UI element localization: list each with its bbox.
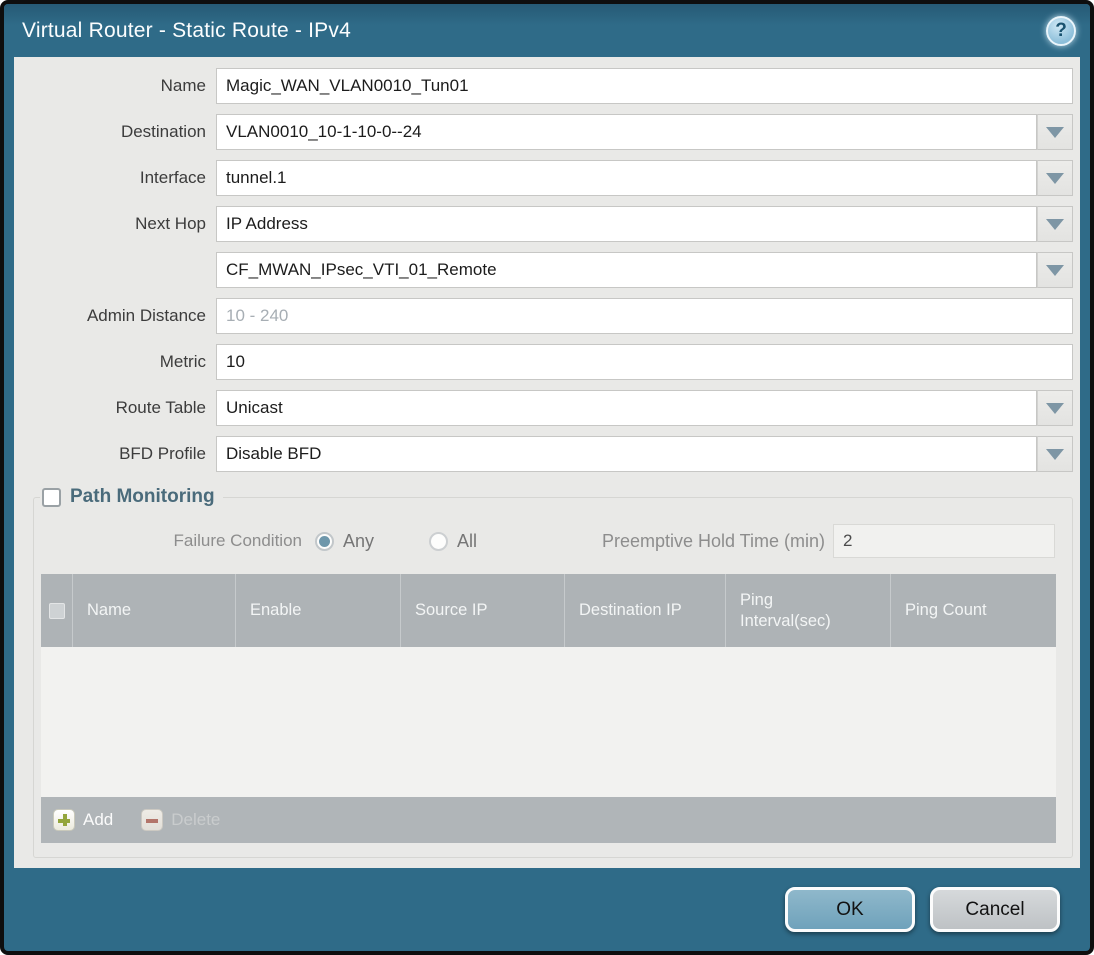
interface-dropdown-button[interactable] [1037,160,1073,196]
next-hop-type-dropdown-button[interactable] [1037,206,1073,242]
bfd-profile-dropdown-button[interactable] [1037,436,1073,472]
form-row-route-table: Route Table [14,390,1080,426]
path-monitoring-legend: Path Monitoring [40,486,223,508]
chevron-down-icon [1046,264,1064,276]
metric-input[interactable] [216,344,1073,380]
preemptive-hold-time-label: Preemptive Hold Time (min) [601,530,825,551]
form-row-admin-distance: Admin Distance [14,298,1080,334]
next-hop-address-dropdown-button[interactable] [1037,252,1073,288]
destination-input[interactable] [216,114,1037,150]
table-select-all-cell [41,574,73,647]
next-hop-address-input[interactable] [216,252,1037,288]
ok-button[interactable]: OK [785,887,915,932]
failure-condition-any-label: Any [343,530,375,551]
next-hop-type-input[interactable] [216,206,1037,242]
route-table-label: Route Table [115,398,206,417]
column-header-source-ip[interactable]: Source IP [401,574,565,647]
form-row-interface: Interface [14,160,1080,196]
help-icon[interactable]: ? [1046,15,1076,46]
select-all-checkbox[interactable] [48,602,65,619]
failure-condition-row: Failure Condition Any All Preemptive Hol… [34,524,1055,558]
bfd-profile-label: BFD Profile [119,444,206,463]
dialog-content: Name Destination Interface [14,57,1080,868]
chevron-down-icon [1046,218,1064,230]
interface-input[interactable] [216,160,1037,196]
table-header: Name Enable Source IP Destination IP Pin… [41,574,1056,647]
next-hop-label: Next Hop [135,214,206,233]
column-header-name[interactable]: Name [73,574,236,647]
path-monitoring-checkbox[interactable] [42,487,61,507]
delete-button-label: Delete [171,810,221,829]
failure-condition-all-radio[interactable] [429,531,449,551]
static-route-dialog: Virtual Router - Static Route - IPv4 ? N… [0,0,1094,955]
failure-condition-any-radio[interactable] [315,531,334,551]
form-row-destination: Destination [14,114,1080,150]
name-label: Name [160,76,206,95]
form-row-bfd-profile: BFD Profile [14,436,1080,472]
chevron-down-icon [1046,402,1064,414]
column-header-destination-ip[interactable]: Destination IP [565,574,726,647]
delete-button[interactable]: Delete [141,809,220,831]
route-table-input[interactable] [216,390,1037,426]
add-button[interactable]: Add [53,809,113,831]
column-header-enable[interactable]: Enable [236,574,401,647]
dialog-titlebar: Virtual Router - Static Route - IPv4 ? [4,4,1090,57]
chevron-down-icon [1046,126,1064,138]
admin-distance-label: Admin Distance [86,306,206,325]
dialog-footer: OK Cancel [4,868,1090,951]
form-row-next-hop: Next Hop [14,206,1080,242]
form-row-name: Name [14,68,1080,104]
failure-condition-all-label: All [457,530,478,551]
preemptive-hold-time-input[interactable] [833,524,1055,558]
plus-icon [53,809,75,831]
minus-icon [141,809,164,831]
destination-dropdown-button[interactable] [1037,114,1073,150]
dialog-title: Virtual Router - Static Route - IPv4 [22,18,351,42]
path-monitoring-table: Name Enable Source IP Destination IP Pin… [41,574,1056,843]
failure-condition-label: Failure Condition [173,531,302,550]
chevron-down-icon [1046,448,1064,460]
table-footer: Add Delete [41,797,1056,843]
column-header-ping-interval[interactable]: Ping Interval(sec) [726,574,891,647]
path-monitoring-section: Path Monitoring Failure Condition Any Al… [33,486,1073,858]
name-input[interactable] [216,68,1073,104]
destination-label: Destination [120,122,206,141]
add-button-label: Add [83,810,114,829]
interface-label: Interface [139,168,206,187]
chevron-down-icon [1046,172,1064,184]
table-body-empty [41,647,1056,797]
metric-label: Metric [159,352,206,371]
path-monitoring-title: Path Monitoring [70,486,215,507]
route-table-dropdown-button[interactable] [1037,390,1073,426]
bfd-profile-input[interactable] [216,436,1037,472]
admin-distance-input[interactable] [216,298,1073,334]
form-row-next-hop-address [14,252,1080,288]
form-row-metric: Metric [14,344,1080,380]
column-header-ping-count[interactable]: Ping Count [891,574,1056,647]
cancel-button[interactable]: Cancel [930,887,1060,932]
